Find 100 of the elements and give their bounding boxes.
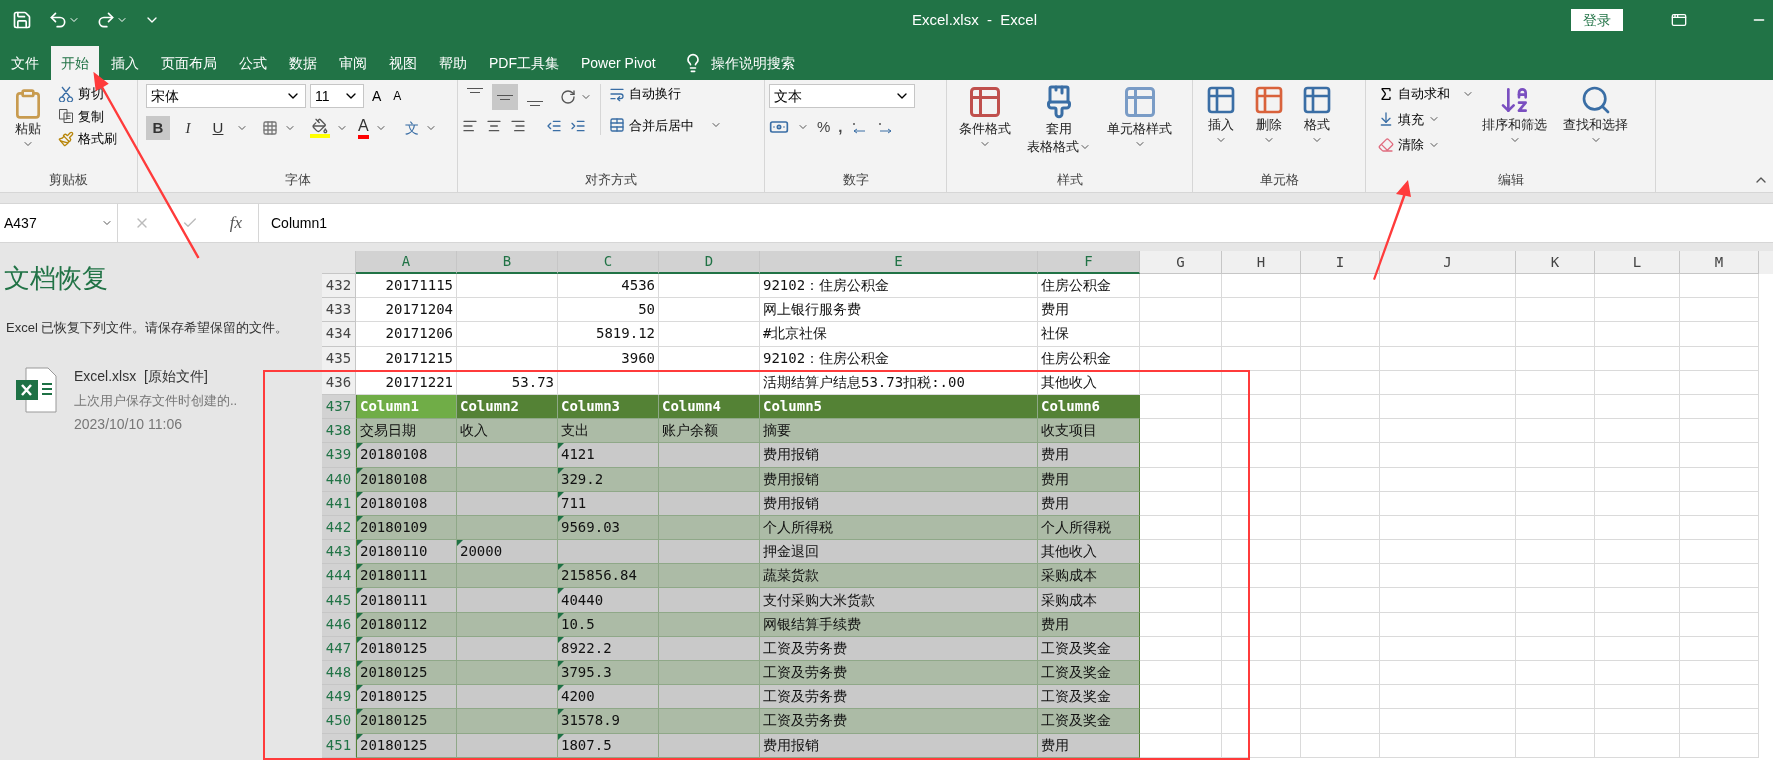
row-header[interactable]: 433: [322, 298, 356, 323]
font-size-dropdown[interactable]: 11: [310, 84, 364, 108]
column-header[interactable]: C: [558, 251, 659, 274]
delete-cells-button[interactable]: 删除: [1249, 84, 1289, 146]
column-header[interactable]: G: [1140, 251, 1222, 274]
row-header[interactable]: 435: [322, 346, 356, 371]
row-header[interactable]: 438: [322, 419, 356, 444]
ribbon-tab[interactable]: 公式: [229, 46, 277, 80]
row-header[interactable]: 436: [322, 370, 356, 395]
vertical-align-button[interactable]: [492, 84, 518, 110]
format-cells-button[interactable]: 格式: [1297, 84, 1337, 146]
row-header[interactable]: 446: [322, 612, 356, 637]
sign-in-button[interactable]: 登录: [1571, 9, 1623, 31]
ribbon-tab[interactable]: Power Pivot: [571, 46, 666, 80]
ribbon-tab[interactable]: 数据: [279, 46, 327, 80]
row-header[interactable]: 437: [322, 394, 356, 420]
format-as-table-button[interactable]: 套用 表格格式: [1019, 84, 1099, 156]
paste-button[interactable]: 粘贴: [8, 84, 48, 150]
insert-function-button[interactable]: fx: [229, 210, 243, 236]
column-header[interactable]: I: [1301, 251, 1380, 274]
insert-cells-button[interactable]: 插入: [1201, 84, 1241, 146]
ribbon-tab[interactable]: 审阅: [329, 46, 377, 80]
row-header[interactable]: 444: [322, 564, 356, 589]
autosum-button[interactable]: 自动求和: [1378, 84, 1474, 104]
row-header[interactable]: 442: [322, 515, 356, 541]
tell-me-search[interactable]: 操作说明搜索: [710, 52, 795, 74]
indent-increase-icon[interactable]: [570, 118, 586, 134]
grow-font-button[interactable]: A: [368, 85, 386, 107]
font-color-button[interactable]: A: [358, 117, 369, 139]
panel-title: 文档恢复: [4, 262, 109, 295]
table-cell: 1807.5: [558, 733, 659, 758]
ribbon-tab[interactable]: 文件: [1, 46, 49, 80]
ribbon-tab[interactable]: 页面布局: [151, 46, 227, 80]
fill-button[interactable]: 填充: [1378, 109, 1474, 129]
redo-icon[interactable]: [96, 10, 116, 30]
borders-icon[interactable]: [262, 120, 278, 136]
table-cell: 工资及劳务费: [760, 685, 1038, 710]
indent-decrease-icon[interactable]: [546, 118, 562, 134]
row-header[interactable]: 451: [322, 733, 356, 758]
column-header[interactable]: K: [1516, 251, 1595, 274]
file-note: 上次用户保存文件时创建的..: [74, 391, 238, 410]
shrink-font-button[interactable]: A: [389, 87, 406, 105]
column-header[interactable]: L: [1595, 251, 1680, 274]
find-select-button[interactable]: 查找和选择: [1559, 84, 1632, 146]
fill-color-icon[interactable]: [310, 118, 330, 138]
phonetic-button[interactable]: 文: [404, 117, 419, 139]
table-cell: 10.5: [558, 612, 659, 637]
orientation-icon[interactable]: [560, 89, 576, 105]
row-header[interactable]: 432: [322, 274, 356, 299]
row-header[interactable]: 434: [322, 322, 356, 347]
undo-icon[interactable]: [48, 10, 68, 30]
align-center-icon[interactable]: [486, 118, 502, 134]
align-right-icon[interactable]: [510, 118, 526, 134]
column-header[interactable]: F: [1038, 251, 1140, 274]
row-header[interactable]: 439: [322, 443, 356, 468]
column-header[interactable]: D: [659, 251, 760, 274]
merge-center-button[interactable]: 合并后居中: [609, 115, 722, 135]
number-format-dropdown[interactable]: 文本: [769, 84, 915, 108]
percent-button[interactable]: %: [817, 116, 831, 139]
column-header[interactable]: M: [1680, 251, 1759, 274]
row-header[interactable]: 450: [322, 709, 356, 734]
column-header[interactable]: H: [1222, 251, 1301, 274]
wrap-text-button[interactable]: 自动换行: [609, 84, 722, 104]
table-cell: Column6: [1038, 394, 1140, 420]
cell-styles-button[interactable]: 单元格样式: [1103, 84, 1176, 150]
format-painter-button[interactable]: 格式刷: [58, 129, 117, 149]
row-header[interactable]: 445: [322, 588, 356, 613]
column-header[interactable]: B: [457, 251, 558, 274]
name-box[interactable]: A437: [0, 204, 118, 242]
ribbon-tab[interactable]: 插入: [101, 46, 149, 80]
ribbon-tab[interactable]: 开始: [51, 46, 99, 80]
row-header[interactable]: 448: [322, 661, 356, 686]
recovered-file-item[interactable]: Excel.xlsx [原始文件] 上次用户保存文件时创建的.. 2023/10/10 11:06: [4, 365, 318, 435]
row-header[interactable]: 441: [322, 491, 356, 516]
clear-button[interactable]: 清除: [1378, 135, 1474, 155]
ribbon-tab[interactable]: 帮助: [429, 46, 477, 80]
table-cell: Column5: [760, 394, 1038, 420]
table-cell: 8922.2: [558, 636, 659, 661]
align-left-icon[interactable]: [462, 118, 478, 134]
copy-button[interactable]: 复制: [58, 106, 117, 126]
column-header[interactable]: J: [1380, 251, 1516, 274]
ribbon-tab[interactable]: 视图: [379, 46, 427, 80]
save-icon[interactable]: [12, 10, 32, 30]
button-label: 套用: [1046, 120, 1072, 138]
ribbon-tab[interactable]: PDF工具集: [479, 46, 569, 80]
column-header[interactable]: E: [760, 251, 1038, 274]
cut-button[interactable]: 剪切: [58, 84, 117, 104]
row-header[interactable]: 449: [322, 685, 356, 710]
font-style-button[interactable]: U: [206, 116, 230, 140]
conditional-format-button[interactable]: 条件格式: [955, 84, 1015, 150]
ribbon-display-icon[interactable]: [1671, 12, 1687, 28]
column-header[interactable]: A: [356, 251, 457, 274]
font-style-button[interactable]: I: [176, 116, 200, 140]
row-header[interactable]: 440: [322, 467, 356, 492]
row-header[interactable]: 447: [322, 636, 356, 661]
sort-filter-button[interactable]: 排序和筛选: [1478, 84, 1551, 146]
comma-button[interactable]: ,: [838, 116, 843, 139]
row-header[interactable]: 443: [322, 540, 356, 565]
font-name-dropdown[interactable]: 宋体: [146, 84, 306, 108]
font-style-button[interactable]: B: [146, 116, 170, 140]
